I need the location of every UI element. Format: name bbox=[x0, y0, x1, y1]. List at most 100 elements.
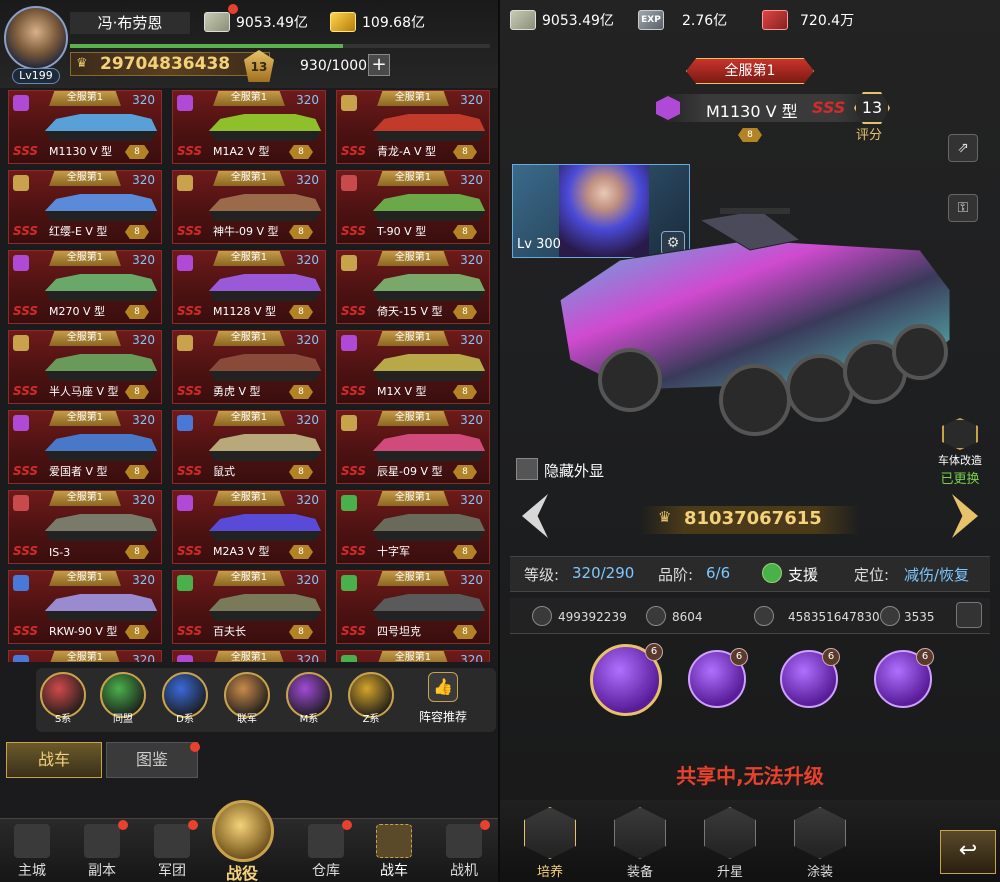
nav-vehicles[interactable]: 战车 bbox=[366, 822, 422, 880]
back-button[interactable]: ↩ bbox=[940, 830, 996, 874]
vehicle-card[interactable]: 全服第1 320 SSS M2A3 V 型 8 bbox=[172, 490, 326, 564]
vehicle-card[interactable]: 全服第1 320 bbox=[336, 650, 490, 662]
vehicle-card[interactable]: 全服第1 320 SSS 爱国者 V 型 8 bbox=[8, 410, 162, 484]
faction-icon bbox=[341, 255, 357, 271]
nav-label: 战机 bbox=[450, 863, 478, 879]
rank-label: 全服第1 bbox=[377, 251, 449, 266]
skill-level: 6 bbox=[645, 643, 663, 661]
vehicle-level: 320 bbox=[460, 653, 483, 662]
nav-aircraft[interactable]: 战机 bbox=[436, 822, 492, 880]
star-badge: 8 bbox=[125, 225, 149, 239]
star-badge: 8 bbox=[289, 385, 313, 399]
star-badge: 8 bbox=[453, 225, 477, 239]
vehicle-card[interactable]: 全服第1 320 SSS 倚天-15 V 型 8 bbox=[336, 250, 490, 324]
faction-icon bbox=[341, 495, 357, 511]
tab-equip[interactable]: 装备 bbox=[610, 805, 670, 880]
rank-label: 全服第1 bbox=[213, 331, 285, 346]
tank-image bbox=[209, 512, 321, 541]
vehicle-card[interactable]: 全服第1 320 SSS 百夫长 8 bbox=[172, 570, 326, 644]
vehicle-level: 320 bbox=[296, 653, 319, 662]
notification-dot bbox=[342, 820, 352, 830]
vehicle-card[interactable]: 全服第1 320 SSS 青龙-A V 型 8 bbox=[336, 90, 490, 164]
star-badge: 8 bbox=[453, 625, 477, 639]
nav-label: 战役 bbox=[225, 864, 258, 882]
tab-paint[interactable]: 涂装 bbox=[790, 805, 850, 880]
star-badge: 8 bbox=[289, 225, 313, 239]
faction-icon bbox=[13, 255, 29, 271]
vehicle-card[interactable]: 全服第1 320 SSS M270 V 型 8 bbox=[8, 250, 162, 324]
vehicle-name: 爱国者 V 型 bbox=[49, 465, 108, 478]
tab-codex[interactable]: 图鉴 bbox=[106, 742, 198, 778]
vehicle-card[interactable]: 全服第1 320 SSS 红缨-E V 型 8 bbox=[8, 170, 162, 244]
wheel bbox=[598, 348, 662, 412]
vehicle-card[interactable]: 全服第1 320 SSS 勇虎 V 型 8 bbox=[172, 330, 326, 404]
vehicle-grade: SSS bbox=[177, 224, 203, 238]
tank-image bbox=[373, 432, 485, 461]
vehicle-grade: SSS bbox=[177, 544, 203, 558]
vehicle-card[interactable]: 全服第1 320 SSS 神牛-09 V 型 8 bbox=[172, 170, 326, 244]
skill-1[interactable]: 6 bbox=[590, 643, 663, 716]
skill-2[interactable]: 6 bbox=[688, 648, 748, 708]
lineup-recommend-label: 阵容推荐 bbox=[418, 710, 467, 724]
hide-appearance-label: 隐藏外显 bbox=[544, 462, 605, 480]
faction-icon bbox=[13, 495, 29, 511]
notification-dot bbox=[228, 4, 238, 14]
nav-legion[interactable]: 军团 bbox=[144, 822, 200, 880]
rank-label: 全服第1 bbox=[49, 491, 121, 506]
vehicle-level: 320 bbox=[460, 493, 483, 507]
vehicle-card[interactable]: 全服第1 320 bbox=[172, 650, 326, 662]
vehicle-name: M1130 V 型 bbox=[49, 145, 113, 158]
star-badge: 8 bbox=[125, 305, 149, 319]
tank-icon bbox=[942, 418, 978, 450]
tab-label: 装备 bbox=[626, 865, 653, 880]
body-mod-button[interactable]: 车体改造 已更换 bbox=[930, 418, 990, 487]
vehicle-card[interactable]: 全服第1 320 SSS 半人马座 V 型 8 bbox=[8, 330, 162, 404]
medal-value: 720.4万 bbox=[800, 13, 855, 29]
player-header: Lv199 冯·布劳恩 9053.49亿 109.68亿 ♛ 297048364… bbox=[0, 0, 500, 88]
avatar[interactable] bbox=[4, 6, 68, 70]
vehicle-name: 神牛-09 V 型 bbox=[213, 225, 279, 238]
vehicles-icon bbox=[376, 824, 412, 858]
skill-3[interactable]: 6 bbox=[780, 648, 840, 708]
vehicle-card[interactable]: 全服第1 320 SSS RKW-90 V 型 8 bbox=[8, 570, 162, 644]
faction-filter-label: D系 bbox=[176, 714, 194, 725]
nav-instance[interactable]: 副本 bbox=[74, 822, 130, 880]
nav-campaign[interactable]: 战役 bbox=[212, 800, 274, 882]
vehicle-card[interactable]: 全服第1 320 SSS 鼠式 8 bbox=[172, 410, 326, 484]
vehicle-card[interactable]: 全服第1 320 SSS 辰星-09 V 型 8 bbox=[336, 410, 490, 484]
vehicle-name: M270 V 型 bbox=[49, 305, 106, 318]
vehicle-level: 320 bbox=[296, 413, 319, 427]
vehicle-card[interactable]: 全服第1 320 SSS M1X V 型 8 bbox=[336, 330, 490, 404]
faction-filter-label: 同盟 bbox=[113, 714, 133, 725]
tank-image bbox=[45, 512, 157, 541]
defense-value: 8604 bbox=[672, 610, 703, 624]
nav-city[interactable]: 主城 bbox=[4, 822, 60, 880]
hide-appearance-checkbox[interactable] bbox=[516, 458, 538, 480]
vehicle-level: 320 bbox=[132, 173, 155, 187]
warehouse-icon bbox=[308, 824, 344, 858]
star-badge: 8 bbox=[289, 625, 313, 639]
vehicle-level: 320 bbox=[132, 93, 155, 107]
vehicle-gun bbox=[720, 208, 790, 214]
vehicle-card[interactable]: 全服第1 320 SSS 十字军 8 bbox=[336, 490, 490, 564]
role-label: 支援 bbox=[788, 566, 819, 584]
defense-icon bbox=[646, 606, 666, 626]
tab-star-up[interactable]: 升星 bbox=[700, 805, 760, 880]
vehicle-card[interactable]: 全服第1 320 bbox=[8, 650, 162, 662]
vehicle-card[interactable]: 全服第1 320 SSS 四号坦克 8 bbox=[336, 570, 490, 644]
vehicle-card[interactable]: 全服第1 320 SSS M1A2 V 型 8 bbox=[172, 90, 326, 164]
tab-vehicles[interactable]: 战车 bbox=[6, 742, 102, 778]
attack-value: 499392239 bbox=[558, 610, 627, 624]
add-capacity-button[interactable]: + bbox=[368, 54, 390, 76]
exp-bar-fill bbox=[70, 44, 343, 48]
vehicle-card[interactable]: 全服第1 320 SSS T-90 V 型 8 bbox=[336, 170, 490, 244]
vehicle-card[interactable]: 全服第1 320 SSS M1128 V 型 8 bbox=[172, 250, 326, 324]
lineup-recommend-button[interactable]: 👍 阵容推荐 bbox=[412, 670, 474, 726]
skill-4[interactable]: 6 bbox=[874, 648, 934, 708]
nav-warehouse[interactable]: 仓库 bbox=[298, 822, 354, 880]
tab-train[interactable]: 培养 bbox=[520, 805, 580, 880]
stats-detail-button[interactable] bbox=[956, 602, 982, 628]
faction-filter-label: S系 bbox=[54, 714, 72, 725]
vehicle-card[interactable]: 全服第1 320 SSS M1130 V 型 8 bbox=[8, 90, 162, 164]
vehicle-card[interactable]: 全服第1 320 SSS IS-3 8 bbox=[8, 490, 162, 564]
